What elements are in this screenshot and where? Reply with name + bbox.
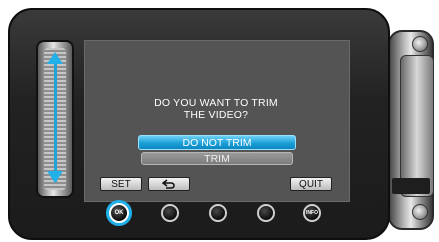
hardware-button-3[interactable] [209,204,227,222]
hardware-button-4[interactable] [257,204,275,222]
option-do-not-trim[interactable]: DO NOT TRIM [138,135,296,150]
ok-button-label: OK [111,205,127,221]
info-button-label: INFO [306,210,318,216]
return-arrow-icon [161,179,175,189]
hinge-screw-top-icon [412,36,428,52]
slider-up-arrow-icon[interactable] [47,52,63,64]
dialog-message: DO YOU WANT TO TRIM THE VIDEO? [154,97,278,121]
quit-button[interactable]: QUIT [290,177,332,191]
set-button[interactable]: SET [100,177,142,191]
hinge-cap [400,55,434,197]
option-trim[interactable]: TRIM [141,152,293,165]
hinge-screw-bottom-icon [412,204,428,220]
hinge-slot [392,178,430,194]
slider-track [54,56,57,182]
hardware-button-2[interactable] [161,204,179,222]
back-button[interactable] [148,177,190,191]
slider-down-arrow-icon[interactable] [47,171,63,183]
